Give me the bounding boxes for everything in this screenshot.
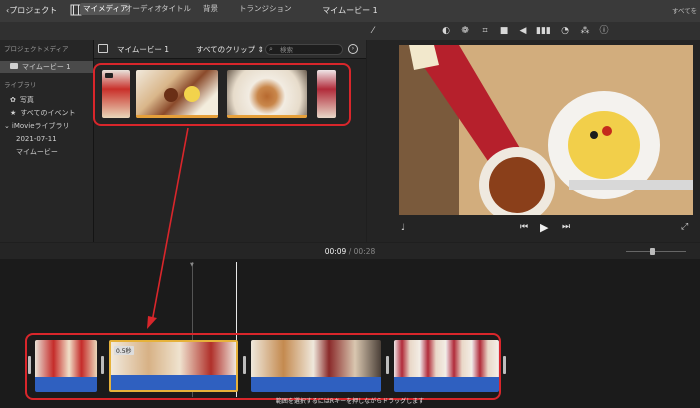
drag-arrow-annotation — [147, 127, 189, 329]
